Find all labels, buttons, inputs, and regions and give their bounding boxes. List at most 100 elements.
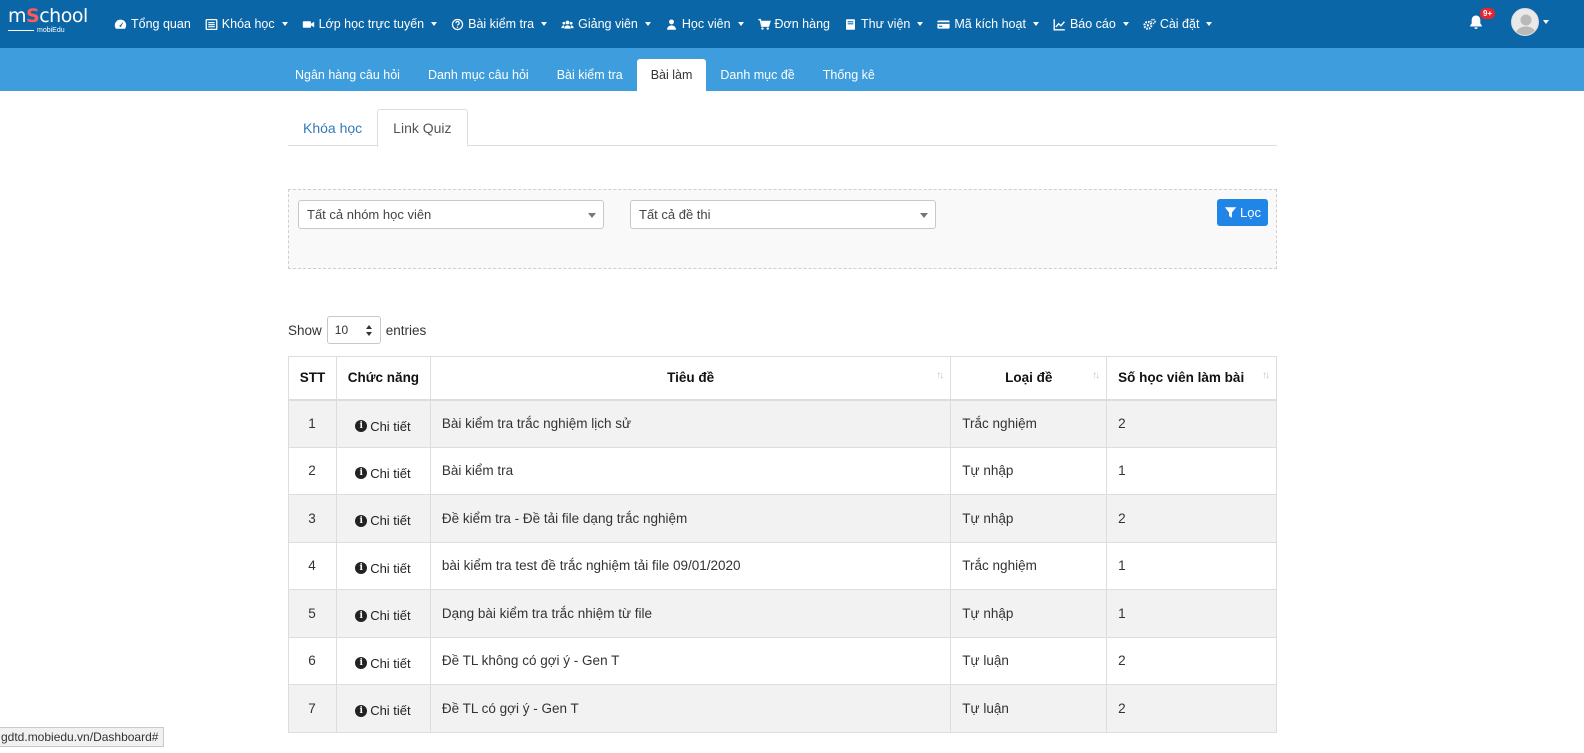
line-chart-icon: [1053, 18, 1065, 30]
nav-item-giang-vien[interactable]: Giảng viên: [561, 17, 651, 31]
student-group-select[interactable]: Tất cả nhóm học viên: [298, 200, 604, 229]
tab-bai-lam[interactable]: Bài làm: [636, 59, 707, 91]
table-row: 1 i Chi tiết Bài kiểm tra trắc nghiệm lịch …: [288, 399, 1277, 448]
dashboard-icon: [114, 19, 127, 29]
chevron-down-icon: [1032, 22, 1039, 26]
nav-label: Báo cáo: [1069, 17, 1116, 31]
up-down-arrow-icon: [365, 325, 372, 336]
nav-item-tong-quan[interactable]: Tổng quan: [114, 17, 191, 31]
exam-select[interactable]: Tất cả đề thi: [630, 200, 936, 229]
nav-item-cai-dat[interactable]: Cài đặt: [1143, 17, 1213, 31]
info-circle-icon: i: [355, 562, 368, 575]
tab-bai-kiem-tra[interactable]: Bài kiểm tra: [543, 59, 637, 91]
sort-icon[interactable]: ↑↓: [936, 370, 944, 381]
nav-item-don-hang[interactable]: Đơn hàng: [757, 17, 830, 31]
cell-title: Bài kiểm tra: [429, 446, 952, 495]
detail-link[interactable]: i Chi tiết: [355, 655, 411, 671]
nav-item-ma-kich-hoat[interactable]: Mã kích hoạt: [937, 17, 1039, 31]
cell-actions: i Chi tiết: [335, 399, 431, 448]
tab-thong-ke[interactable]: Thống kê: [809, 59, 889, 91]
cell-stt: 5: [288, 589, 337, 638]
nav-item-bai-kiem-tra[interactable]: Bài kiểm tra: [451, 17, 548, 31]
entries-label: entries: [385, 322, 427, 338]
nav-item-thu-vien[interactable]: Thư viện: [844, 17, 924, 31]
detail-label: Chi tiết: [370, 513, 411, 529]
detail-link[interactable]: i Chi tiết: [355, 608, 411, 624]
gears-icon: [1143, 18, 1156, 30]
show-label: Show: [288, 322, 322, 338]
tab-danh-muc-cau-hoi[interactable]: Danh mục câu hỏi: [414, 59, 543, 91]
sort-icon[interactable]: ↑↓: [1092, 370, 1100, 381]
logo-subline: mobiEdu: [8, 27, 98, 34]
cell-type: Tự nhập: [950, 446, 1108, 495]
cell-stt: 2: [288, 446, 337, 495]
cell-stt: 6: [288, 636, 337, 685]
table-row: 4 i Chi tiết bài kiểm tra test đề trắc nghi…: [288, 541, 1277, 590]
select-value: Tất cả nhóm học viên: [307, 207, 432, 222]
info-circle-icon: i: [355, 514, 368, 527]
column-header-stt: STT: [288, 356, 337, 401]
tab-danh-muc-de[interactable]: Danh mục đề: [706, 59, 808, 91]
chevron-down-icon: [917, 22, 924, 26]
main-menu: Tổng quan Khóa học Lớp học trực tuyến Bà…: [114, 0, 1226, 48]
column-header-tieu-de[interactable]: Tiêu đề ↑↓: [429, 356, 952, 401]
user-icon: [666, 18, 676, 30]
book-icon: [846, 18, 855, 30]
column-header-loai-de[interactable]: Loại đề ↑↓: [950, 356, 1108, 401]
page-length-control: Show 10 entries: [288, 316, 426, 344]
table-row: 6 i Chi tiết Đề TL không có gợi ý - Gen T Tự…: [288, 636, 1277, 685]
cell-actions: i Chi tiết: [335, 636, 431, 685]
detail-link[interactable]: i Chi tiết: [355, 419, 411, 434]
cell-count: 2: [1106, 399, 1277, 448]
user-avatar-icon: [1515, 14, 1537, 35]
filter-button[interactable]: Lọc: [1217, 199, 1268, 226]
cell-count: 2: [1106, 684, 1277, 733]
info-circle-icon: i: [355, 420, 368, 432]
nav-label: Khóa học: [221, 17, 275, 31]
detail-link[interactable]: i Chi tiết: [355, 561, 411, 576]
cell-actions: i Chi tiết: [335, 446, 431, 495]
cell-stt: 4: [288, 541, 337, 590]
subnav-tabs: Ngân hàng câu hỏi Danh mục câu hỏi Bài k…: [281, 59, 889, 91]
mschool-logo[interactable]: mSchool mobiEdu: [8, 6, 98, 40]
inner-tabs: Khóa học Link Quiz: [288, 109, 1277, 147]
detail-label: Chi tiết: [370, 608, 411, 624]
tab-link-quiz[interactable]: Link Quiz: [377, 109, 468, 147]
question-circle-icon: [451, 18, 464, 30]
avatar[interactable]: [1511, 8, 1539, 36]
filter-panel: Tất cả nhóm học viên Tất cả đề thi Lọc: [288, 189, 1277, 269]
detail-label: Chi tiết: [370, 655, 411, 671]
sort-icon[interactable]: ↑↓: [1262, 370, 1270, 381]
table-row: 7 i Chi tiết Đề TL có gợi ý - Gen T Tự luận 2: [288, 684, 1277, 733]
cell-count: 1: [1106, 541, 1277, 590]
nav-item-bao-cao[interactable]: Báo cáo: [1053, 17, 1129, 31]
chevron-down-icon: [644, 22, 651, 26]
info-circle-icon: i: [355, 609, 368, 622]
nav-label: Bài kiểm tra: [468, 17, 535, 31]
table-row: 2 i Chi tiết Bài kiểm tra Tự nhập 1: [288, 446, 1277, 495]
browser-status-bar: gdtd.mobiedu.vn/Dashboard#: [0, 727, 165, 747]
column-header-so-hoc-vien[interactable]: Số học viên làm bài ↑↓: [1106, 356, 1277, 401]
chevron-down-icon: [431, 22, 438, 26]
cell-actions: i Chi tiết: [335, 494, 431, 543]
page-length-select[interactable]: 10: [326, 316, 381, 344]
nav-item-lop-hoc-truc-tuyen[interactable]: Lớp học trực tuyến: [302, 17, 438, 31]
detail-label: Chi tiết: [370, 465, 411, 481]
nav-item-khoa-hoc[interactable]: Khóa học: [205, 17, 288, 31]
cell-type: Tự nhập: [950, 494, 1108, 543]
cell-stt: 3: [288, 494, 337, 543]
chevron-down-icon[interactable]: [1543, 20, 1549, 24]
table-row: 3 i Chi tiết Đề kiểm tra - Đề tải file dạng…: [288, 494, 1277, 543]
info-circle-icon: i: [355, 704, 368, 717]
detail-link[interactable]: i Chi tiết: [355, 703, 411, 718]
top-navbar: mSchool mobiEdu Tổng quan Khóa học Lớp h…: [0, 0, 1584, 48]
nav-item-hoc-vien[interactable]: Học viên: [665, 17, 744, 31]
detail-link[interactable]: i Chi tiết: [355, 465, 411, 481]
cell-count: 2: [1106, 636, 1277, 685]
tab-ngan-hang-cau-hoi[interactable]: Ngân hàng câu hỏi: [281, 59, 414, 91]
tab-khoa-hoc[interactable]: Khóa học: [288, 109, 377, 146]
results-table: STT Chức năng Tiêu đề ↑↓ Loại đề ↑↓ Số học…: [288, 356, 1277, 733]
detail-link[interactable]: i Chi tiết: [355, 513, 411, 529]
logo-sub-brand: mobiEdu: [37, 27, 65, 34]
nav-label: Cài đặt: [1159, 17, 1200, 31]
